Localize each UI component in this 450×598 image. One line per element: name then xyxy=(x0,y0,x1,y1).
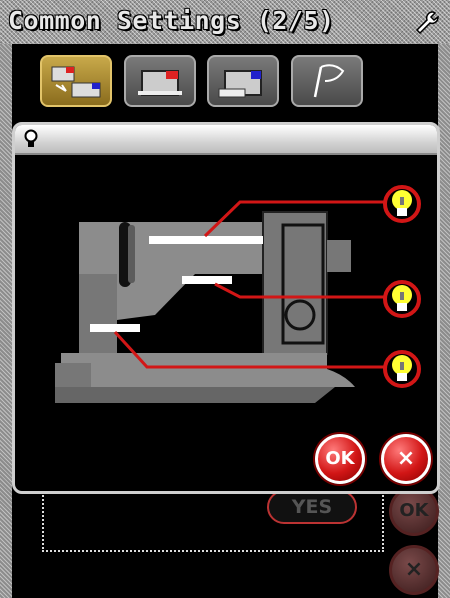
background-close-button[interactable]: × xyxy=(389,545,439,595)
left-frame xyxy=(0,44,12,598)
wrench-icon[interactable] xyxy=(413,9,441,37)
upper-light-toggle[interactable] xyxy=(383,185,421,223)
upper-light-strip xyxy=(149,236,263,244)
yes-button[interactable]: YES xyxy=(267,490,357,524)
tab-sewing-settings[interactable] xyxy=(124,55,196,107)
embroidery-settings-icon xyxy=(218,70,262,98)
handwheel xyxy=(327,240,351,272)
page-title: Common Settings (2/5) xyxy=(8,6,335,35)
machine-head xyxy=(262,211,328,355)
tab-embroidery-settings[interactable] xyxy=(207,55,279,107)
tab-language[interactable] xyxy=(291,55,363,107)
needle-light-strip xyxy=(182,276,232,284)
needle-light-toggle[interactable] xyxy=(383,280,421,318)
ok-button[interactable]: OK xyxy=(315,434,365,484)
machine-settings-icon xyxy=(51,66,101,98)
title-bar: Common Settings (2/5) xyxy=(0,0,450,44)
close-button[interactable]: × xyxy=(381,434,431,484)
light-settings-popup: OK × xyxy=(12,122,440,494)
sewing-machine-illustration xyxy=(55,185,421,403)
machine-arm xyxy=(79,222,269,274)
tab-machine-settings[interactable] xyxy=(40,55,112,107)
base-light-toggle[interactable] xyxy=(383,350,421,388)
language-flag-icon xyxy=(313,64,345,98)
sewing-settings-icon xyxy=(138,70,182,96)
base-light-strip xyxy=(90,324,140,332)
